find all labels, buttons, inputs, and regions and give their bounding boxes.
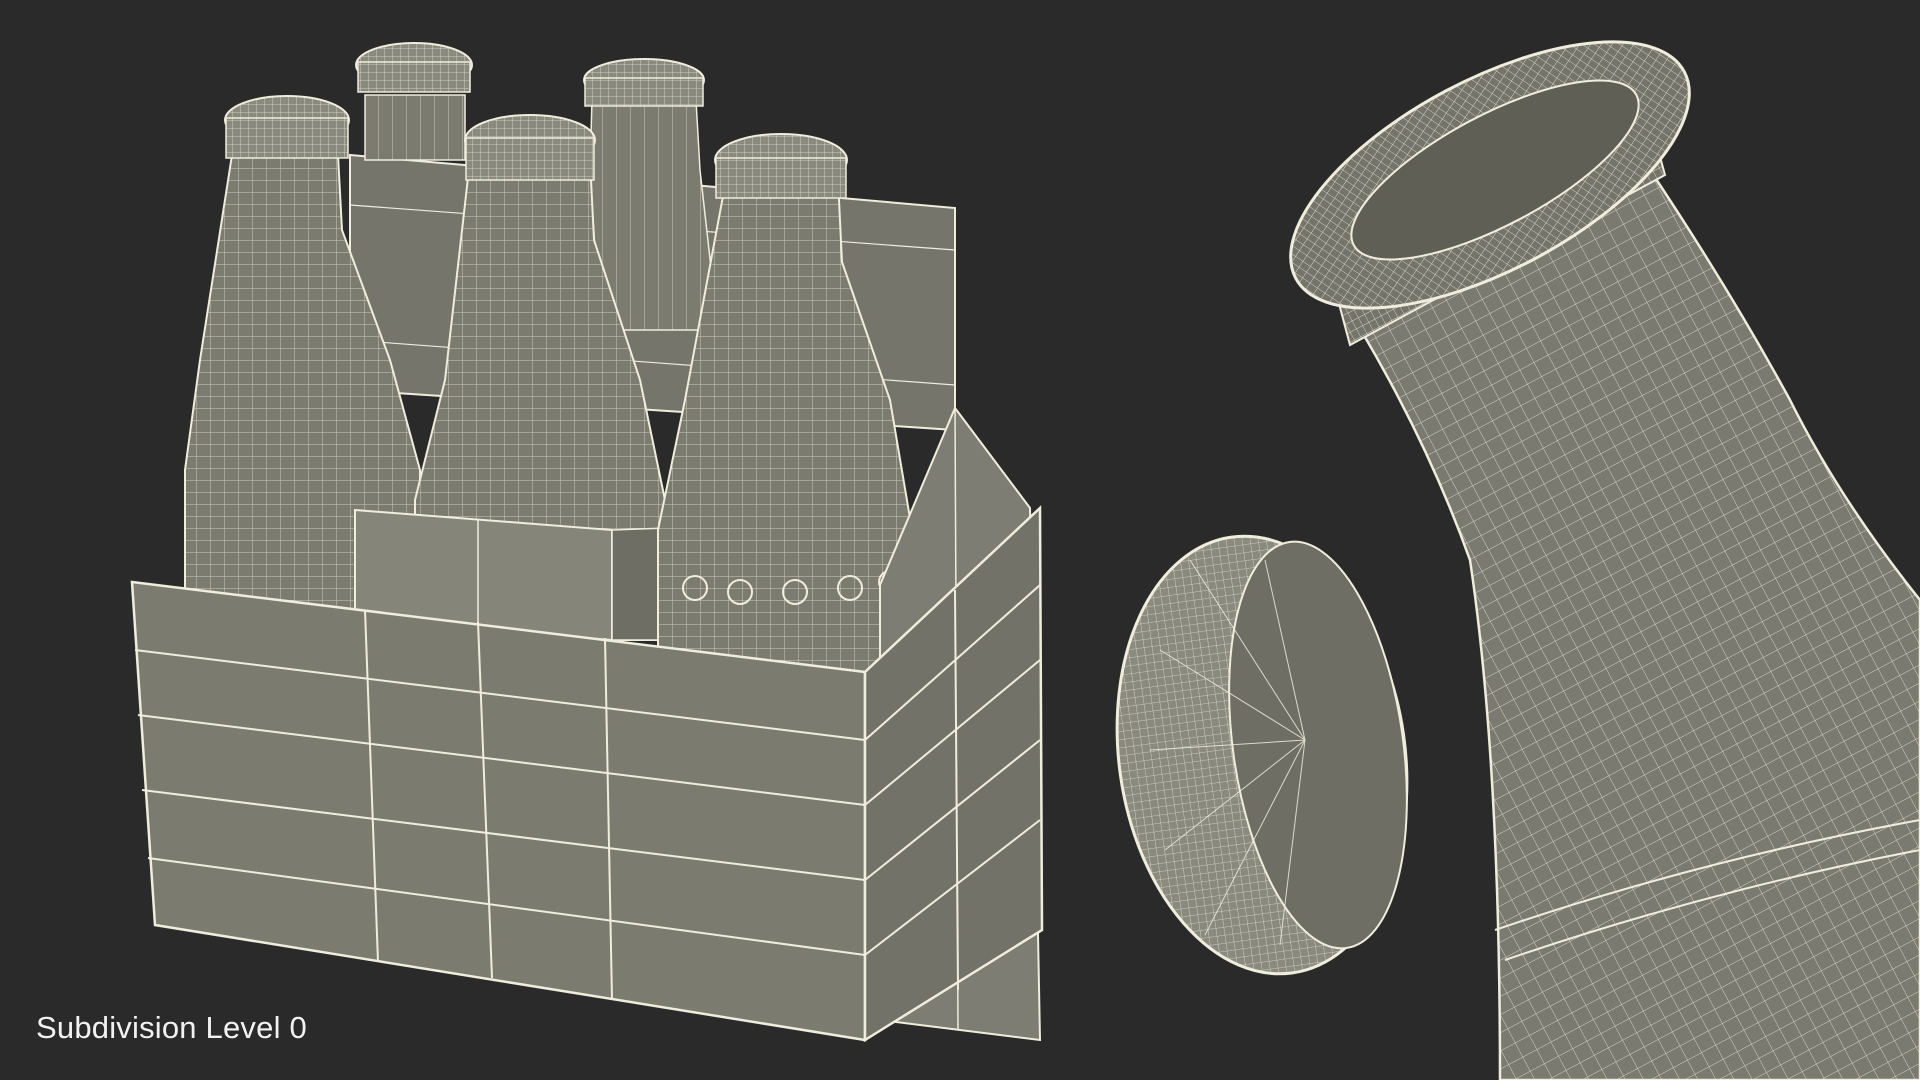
- subdivision-level-label: Subdivision Level 0: [36, 1010, 307, 1045]
- render-viewport: Subdivision Level 0: [0, 0, 1920, 1080]
- bottle-back-left: [355, 42, 473, 161]
- wireframe-render: [130, 40, 1920, 1080]
- bottle-cap: [1115, 534, 1409, 976]
